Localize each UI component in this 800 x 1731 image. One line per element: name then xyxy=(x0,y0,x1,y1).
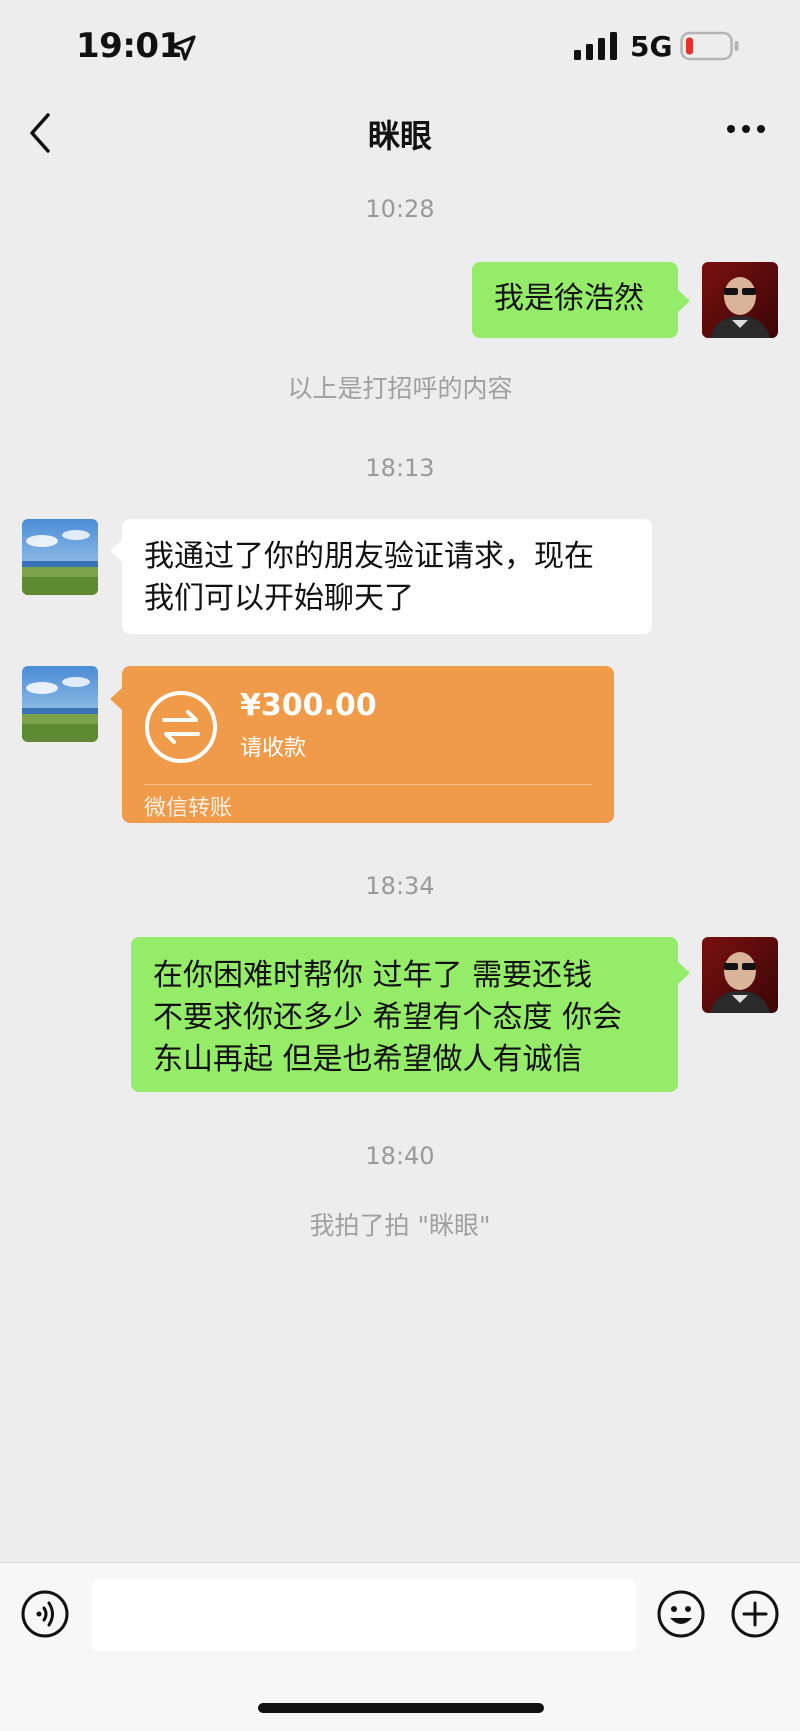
message-text-line: 不要求你还多少 希望有个态度 你会 xyxy=(153,1000,623,1035)
signal-bars-icon xyxy=(574,32,617,60)
voice-icon[interactable] xyxy=(20,1589,70,1639)
bubble-tail xyxy=(110,540,122,562)
transfer-card[interactable]: ¥300.00 请收款 微信转账 xyxy=(122,666,614,823)
message-bubble-self[interactable]: 在你困难时帮你 过年了 需要还钱 不要求你还多少 希望有个态度 你会 东山再起 … xyxy=(131,937,678,1092)
system-message: 以上是打招呼的内容 xyxy=(287,374,513,403)
pat-system-message: 我拍了拍 "眯眼" xyxy=(309,1211,491,1240)
more-dots-icon[interactable] xyxy=(726,119,766,139)
message-text-line: 在你困难时帮你 过年了 需要还钱 xyxy=(153,958,593,993)
timestamp: 10:28 xyxy=(365,195,435,223)
divider xyxy=(144,784,592,785)
avatar-self[interactable] xyxy=(702,262,778,338)
plus-icon[interactable] xyxy=(730,1589,780,1639)
transfer-footer: 微信转账 xyxy=(144,796,233,821)
timestamp: 18:34 xyxy=(365,872,435,900)
avatar-self[interactable] xyxy=(702,937,778,1013)
message-input[interactable] xyxy=(92,1579,636,1651)
home-indicator xyxy=(258,1703,544,1713)
avatar-contact[interactable] xyxy=(22,666,98,742)
message-bubble-contact[interactable]: 我通过了你的朋友验证请求，现在 我们可以开始聊天了 xyxy=(122,519,652,634)
timestamp: 18:13 xyxy=(365,454,435,482)
status-time: 19:01 xyxy=(76,26,182,66)
status-bar: 19:01 5G xyxy=(0,0,800,95)
message-text-line: 我通过了你的朋友验证请求，现在 xyxy=(144,539,594,574)
bubble-tail xyxy=(110,688,122,710)
transfer-amount: ¥300.00 xyxy=(240,688,377,723)
avatar-contact[interactable] xyxy=(22,519,98,595)
transfer-arrows-icon xyxy=(145,691,217,763)
location-arrow-icon xyxy=(170,35,196,61)
network-label: 5G xyxy=(630,30,673,63)
message-bubble-self[interactable]: 我是徐浩然 xyxy=(472,262,678,338)
message-text-line: 东山再起 但是也希望做人有诚信 xyxy=(153,1042,583,1077)
transfer-status: 请收款 xyxy=(240,736,307,761)
timestamp: 18:40 xyxy=(365,1142,435,1170)
chat-title: 眯眼 xyxy=(367,117,432,155)
message-text-line: 我们可以开始聊天了 xyxy=(144,581,414,616)
battery-low-icon xyxy=(680,31,739,61)
message-text: 我是徐浩然 xyxy=(494,281,644,316)
nav-bar: 眯眼 xyxy=(0,95,800,185)
bubble-tail xyxy=(678,962,690,984)
bubble-tail xyxy=(678,290,690,312)
emoji-icon[interactable] xyxy=(656,1589,706,1639)
